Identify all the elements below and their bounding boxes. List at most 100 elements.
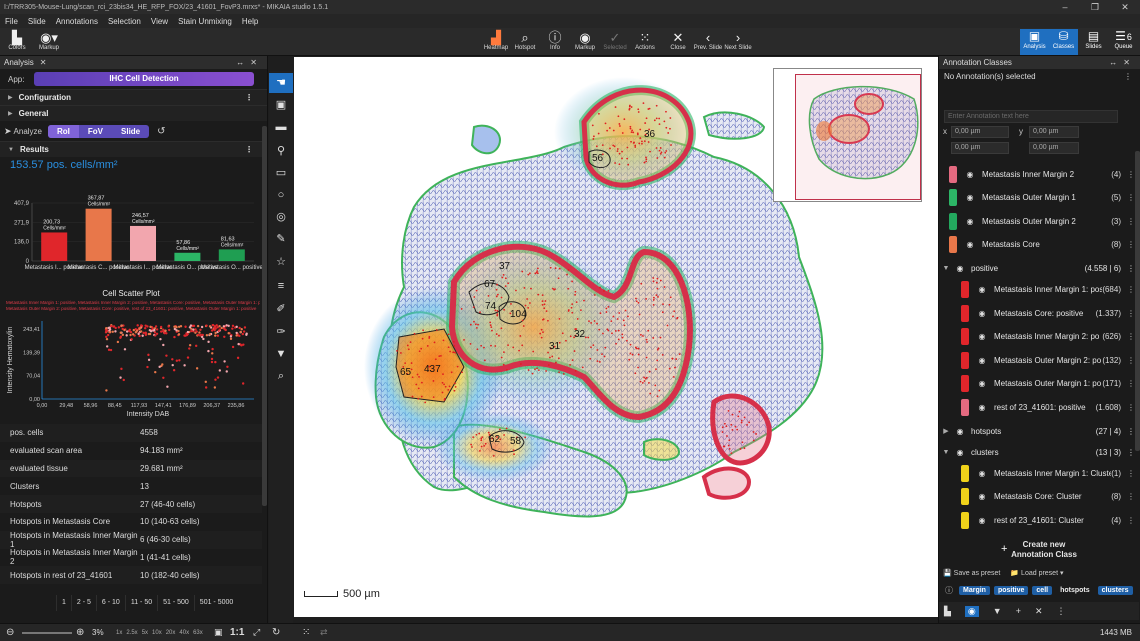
eye-icon[interactable]: ◉ <box>964 605 979 617</box>
marker-tool[interactable]: ⚲ <box>269 141 293 161</box>
class-item[interactable]: ◉ rest of 23_41601: positive (1.608) ⋮ <box>939 395 1135 419</box>
app-selector[interactable]: IHC Cell Detection <box>34 72 254 86</box>
rectangle-tool[interactable]: ▭ <box>269 163 293 183</box>
chevron-right-icon[interactable]: ▶ <box>939 427 953 435</box>
maximize-icon[interactable]: ❐ <box>1080 0 1110 14</box>
selected-button[interactable]: ✓ Selected <box>598 30 632 51</box>
height-input[interactable]: 0,00 µm <box>1029 142 1079 154</box>
more-icon[interactable]: ⋮ <box>1127 285 1135 294</box>
star-tool[interactable]: ☆ <box>269 252 293 272</box>
class-color-swatch[interactable] <box>949 236 957 254</box>
colors-button[interactable]: ▙ Colors <box>0 30 34 51</box>
stamp-tool[interactable]: ▼ <box>269 344 293 364</box>
scope-fov[interactable]: FoV <box>79 125 112 138</box>
ellipse-tool[interactable]: ○ <box>269 185 293 205</box>
next-slide-button[interactable]: › Next Slide <box>721 30 755 51</box>
hotspot-button[interactable]: ⌕ Hotspot <box>508 30 542 51</box>
class-item[interactable]: ◉ Metastasis Outer Margin 1 (5) ⋮ <box>939 186 1135 210</box>
eye-icon[interactable]: ◉ <box>964 170 976 179</box>
bin-2-5[interactable]: 2 - 5 <box>70 595 96 611</box>
ruler-tool[interactable]: ▬ <box>269 117 293 137</box>
more-icon[interactable]: ⋮ <box>245 93 253 102</box>
class-color-swatch[interactable] <box>949 212 957 230</box>
tag-clusters[interactable]: clusters <box>1097 586 1133 595</box>
eye-icon[interactable]: ◉ <box>953 264 967 273</box>
class-color-swatch[interactable] <box>961 511 969 529</box>
close-panel-icon[interactable]: ✕ <box>40 58 47 67</box>
lines-tool[interactable]: ≡ <box>269 276 293 296</box>
bar[interactable] <box>85 208 112 261</box>
zoom-step[interactable]: 40x <box>179 630 189 636</box>
class-item[interactable]: ◉ Metastasis Outer Margin 1: po (171) ⋮ <box>939 372 1135 396</box>
more-icon[interactable]: ⋮ <box>1127 492 1135 501</box>
eye-icon[interactable]: ◉ <box>976 469 988 478</box>
ratio-button[interactable]: 1:1 <box>230 627 244 638</box>
menu-view[interactable]: View <box>146 17 173 26</box>
scope-slide[interactable]: Slide <box>112 125 149 138</box>
eye-icon[interactable]: ◉ <box>964 217 976 226</box>
tag-positive[interactable]: positive <box>993 586 1029 595</box>
more-icon[interactable]: ⋮ <box>1127 170 1135 179</box>
width-input[interactable]: 0,00 µm <box>951 142 1009 154</box>
eye-icon[interactable]: ◉ <box>964 193 976 202</box>
class-group-hotspots[interactable]: ▶ ◉ hotspots (27 | 4) ⋮ <box>939 421 1135 441</box>
create-class-button[interactable]: Create new Annotation Class <box>999 540 1089 560</box>
slide-viewer[interactable]: 56 36 37 67 74 104 32 31 65 437 62 58 50… <box>294 57 938 617</box>
eye-icon[interactable]: ◉ <box>953 448 967 457</box>
queue-tab-button[interactable]: ☰6 Queue <box>1109 29 1138 55</box>
menu-annotations[interactable]: Annotations <box>51 17 103 26</box>
more-icon[interactable]: ⋮ <box>1127 516 1135 525</box>
eraser-tool[interactable]: ✑ <box>269 322 293 342</box>
bin-501-5000[interactable]: 501 - 5000 <box>193 595 238 611</box>
eye-icon[interactable]: ◉ <box>976 516 988 525</box>
zoom-step[interactable]: 1x <box>116 630 122 636</box>
minimap[interactable] <box>773 68 922 202</box>
eye-icon[interactable]: ◉ <box>976 379 988 388</box>
class-item[interactable]: ◉ Metastasis Core: positive (1.337) ⋮ <box>939 301 1135 325</box>
zoom-step[interactable]: 5x <box>142 630 148 636</box>
menu-file[interactable]: File <box>0 17 23 26</box>
zoom-step[interactable]: 10x <box>152 630 162 636</box>
class-color-swatch[interactable] <box>961 328 969 346</box>
pen-tool[interactable]: ✎ <box>269 229 293 249</box>
info-button[interactable]: ⓘ Info <box>538 30 572 51</box>
zoom-tool[interactable]: ⌕ <box>269 366 293 386</box>
tag-hotspots[interactable]: hotspots <box>1056 586 1094 595</box>
bar[interactable] <box>130 225 156 261</box>
results-section[interactable]: ▼ Results ⋮ <box>0 141 267 157</box>
class-item[interactable]: ◉ Metastasis Outer Margin 2: po (132) ⋮ <box>939 348 1135 372</box>
eye-icon[interactable]: ◉ <box>976 356 988 365</box>
left-scrollbar[interactable] <box>262 126 267 506</box>
more-icon[interactable]: ⋮ <box>1127 332 1135 341</box>
markup-button[interactable]: ◉ Markup <box>568 30 602 51</box>
menu-selection[interactable]: Selection <box>103 17 146 26</box>
tag-margin[interactable]: Margin <box>959 586 990 595</box>
chevron-down-icon[interactable]: ▼ <box>939 449 953 456</box>
more-icon[interactable]: ⋮ <box>1127 240 1135 249</box>
class-color-swatch[interactable] <box>961 304 969 322</box>
more-icon[interactable]: ⋮ <box>1127 193 1135 202</box>
more-icon[interactable]: ⋮ <box>1127 469 1135 478</box>
point-tool[interactable]: ◎ <box>269 207 293 227</box>
expand-icon[interactable]: ⤢ <box>253 627 260 638</box>
class-item[interactable]: ◉ Metastasis Core (8) ⋮ <box>939 233 1135 257</box>
save-preset-button[interactable]: 💾 Save as preset <box>943 569 1000 577</box>
class-item[interactable]: ◉ Metastasis Inner Margin 2 (4) ⋮ <box>939 162 1135 186</box>
actions-button[interactable]: ⁙ Actions <box>628 30 662 51</box>
bin-1[interactable]: 1 <box>56 595 71 611</box>
history-icon[interactable]: ↺ <box>157 126 165 137</box>
more-icon[interactable]: ⋮ <box>1127 217 1135 226</box>
class-color-swatch[interactable] <box>949 165 957 183</box>
y-coord-input[interactable]: 0,00 µm <box>1029 126 1079 138</box>
more-icon[interactable]: ⋮ <box>1124 69 1132 85</box>
more-icon[interactable]: ⋮ <box>1127 356 1135 365</box>
sync-icon[interactable]: ⇄ <box>320 627 328 638</box>
zoom-out-icon[interactable]: ⊖ <box>6 627 14 638</box>
tag-cell[interactable]: cell <box>1032 586 1053 595</box>
more-icon[interactable]: ⋮ <box>1127 264 1135 273</box>
filter-icon[interactable]: ▼ <box>993 606 1002 616</box>
load-preset-button[interactable]: 📁 Load preset ▾ <box>1010 569 1063 577</box>
eye-icon[interactable]: ◉ <box>976 403 988 412</box>
bin-6-10[interactable]: 6 - 10 <box>95 595 125 611</box>
class-color-swatch[interactable] <box>961 280 969 298</box>
